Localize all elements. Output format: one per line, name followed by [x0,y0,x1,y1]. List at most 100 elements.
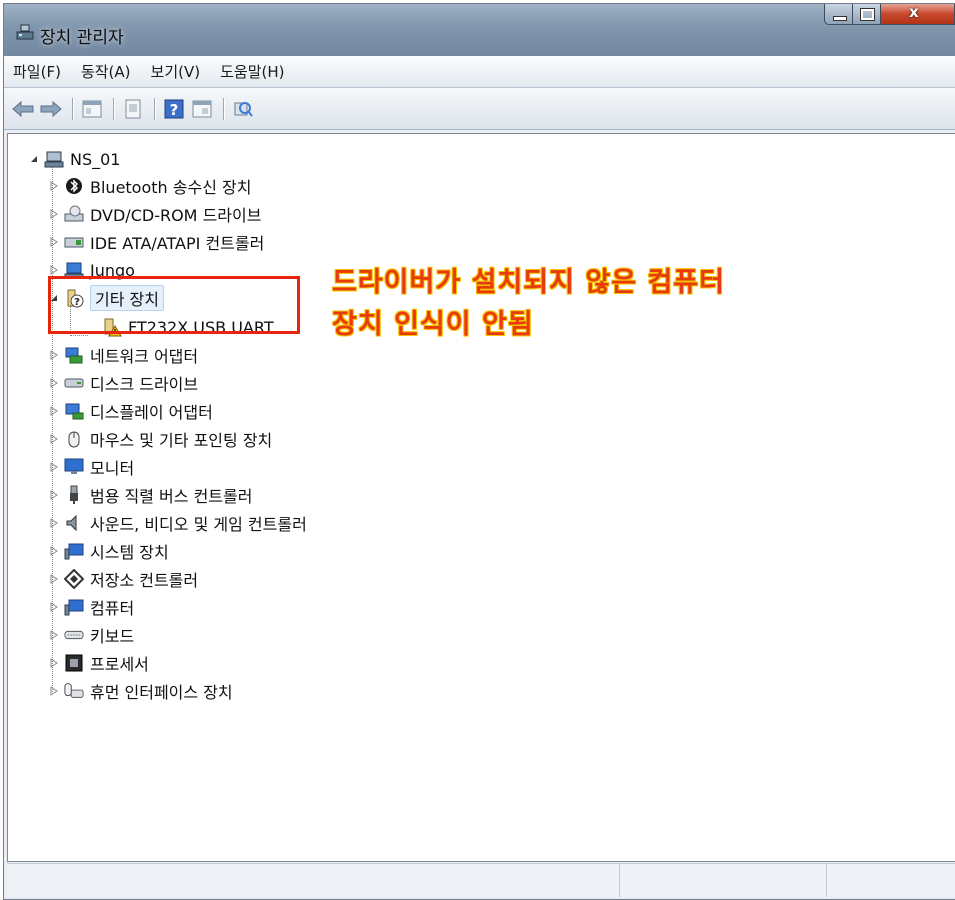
help-icon[interactable]: ? [161,97,187,121]
status-cell-3 [826,864,955,897]
expand-icon[interactable] [48,517,60,529]
minimize-button[interactable] [824,4,853,25]
expand-icon[interactable] [48,489,60,501]
properties-icon[interactable] [79,97,105,121]
computer-icon [64,597,84,617]
tree-item-bluetooth[interactable]: Bluetooth 송수신 장치 [48,173,251,199]
expand-icon[interactable] [48,461,60,473]
computer-icon [44,149,64,169]
expand-icon[interactable] [48,573,60,585]
status-bar [7,863,955,897]
tree-item-computer[interactable]: 컴퓨터 [48,594,134,620]
tree-item-label: 범용 직렬 버스 컨트롤러 [90,487,253,506]
menu-bar: 파일(F) 동작(A) 보기(V) 도움말(H) [4,56,955,88]
tree-root[interactable]: NS_01 [28,146,120,172]
speaker-icon [64,513,84,533]
tree-item-system-devices[interactable]: 시스템 장치 [48,538,169,564]
tree-item-label: 컴퓨터 [90,599,135,618]
system-device-icon [64,541,84,561]
menu-help[interactable]: 도움말(H) [217,58,287,85]
bluetooth-icon [64,176,84,196]
expand-icon[interactable] [48,180,60,192]
window-title: 장치 관리자 [40,28,124,48]
annotation-line-1: 드라이버가 설치되지 않은 컴퓨터 [332,267,725,298]
forward-icon[interactable] [38,97,64,121]
tree-item-label: IDE ATA/ATAPI 컨트롤러 [90,234,265,253]
tree-item-hid[interactable]: 휴먼 인터페이스 장치 [48,678,233,704]
tree-item-label: DVD/CD-ROM 드라이브 [90,206,262,225]
caption-buttons: x [824,3,955,26]
maximize-button[interactable] [853,4,881,25]
tree-item-label: 디스플레이 어댑터 [90,403,213,422]
mouse-icon [64,429,84,449]
toolbar: ? [4,88,955,130]
status-cell-main [7,864,619,897]
annotation-highlight-box [48,276,300,334]
menu-view[interactable]: 보기(V) [148,58,204,85]
collapse-icon[interactable] [28,153,40,165]
expand-icon[interactable] [48,601,60,613]
tree-item-dvd[interactable]: DVD/CD-ROM 드라이브 [48,201,261,227]
tree-item-mice[interactable]: 마우스 및 기타 포인팅 장치 [48,426,272,452]
menu-action[interactable]: 동작(A) [78,58,134,85]
back-icon[interactable] [10,97,36,121]
svg-text:?: ? [170,101,179,119]
tree-item-monitors[interactable]: 모니터 [48,454,134,480]
disk-drive-icon [64,373,84,393]
title-bar[interactable]: 장치 관리자 x [4,3,955,56]
tree-item-label: 네트워크 어댑터 [90,347,199,366]
tree-item-storage-controllers[interactable]: 저장소 컨트롤러 [48,566,198,592]
tree-item-ide[interactable]: IDE ATA/ATAPI 컨트롤러 [48,229,264,255]
hid-icon [64,681,84,701]
monitor-icon [64,457,84,477]
storage-controller-icon [64,569,84,589]
toolbar-separator [154,97,155,120]
expand-icon[interactable] [48,545,60,557]
expand-icon[interactable] [48,377,60,389]
keyboard-icon [64,625,84,645]
dvd-drive-icon [64,204,84,224]
tree-item-label: 휴먼 인터페이스 장치 [90,683,233,702]
expand-icon[interactable] [48,236,60,248]
device-manager-icon [16,24,34,40]
expand-icon[interactable] [48,657,60,669]
tree-item-label: Bluetooth 송수신 장치 [90,178,252,197]
tree-item-label: 저장소 컨트롤러 [90,571,199,590]
tree-item-processors[interactable]: 프로세서 [48,650,149,676]
close-button[interactable]: x [881,3,955,25]
tree-item-label: 디스크 드라이브 [90,375,199,394]
menu-file[interactable]: 파일(F) [10,58,64,85]
scan-icon[interactable] [230,97,256,121]
tree-item-label: 키보드 [90,627,135,646]
device-tree-pane[interactable]: NS_01 Bluetooth 송수신 장치 DVD/CD-ROM 드라이브 I… [7,133,955,862]
show-hidden-icon[interactable] [189,97,215,121]
toolbar-separator [223,97,224,120]
usb-plug-icon [64,485,84,505]
tree-item-label: 시스템 장치 [90,543,169,562]
expand-icon[interactable] [48,208,60,220]
expand-icon[interactable] [48,349,60,361]
expand-icon[interactable] [48,264,60,276]
tree-item-label: 마우스 및 기타 포인팅 장치 [90,431,273,450]
display-adapter-icon [64,401,84,421]
device-manager-window: 장치 관리자 x 파일(F) 동작(A) 보기(V) 도움말(H) ? NS_0… [3,3,955,900]
expand-icon[interactable] [48,629,60,641]
tree-item-network-adapters[interactable]: 네트워크 어댑터 [48,342,198,368]
tree-item-keyboards[interactable]: 키보드 [48,622,134,648]
tree-item-label: 사운드, 비디오 및 게임 컨트롤러 [90,515,307,534]
device-tree: NS_01 Bluetooth 송수신 장치 DVD/CD-ROM 드라이브 I… [8,134,955,861]
tree-item-label: 프로세서 [90,655,149,674]
expand-icon[interactable] [48,433,60,445]
processor-icon [64,653,84,673]
network-adapter-icon [64,345,84,365]
close-icon: x [909,3,919,21]
tree-item-display-adapters[interactable]: 디스플레이 어댑터 [48,398,213,424]
expand-icon[interactable] [48,685,60,697]
tree-item-disk-drives[interactable]: 디스크 드라이브 [48,370,198,396]
toolbar-separator [72,97,73,120]
update-icon[interactable] [120,97,146,121]
ide-controller-icon [64,232,84,252]
tree-item-usb-controllers[interactable]: 범용 직렬 버스 컨트롤러 [48,482,252,508]
expand-icon[interactable] [48,405,60,417]
tree-item-sound[interactable]: 사운드, 비디오 및 게임 컨트롤러 [48,510,307,536]
